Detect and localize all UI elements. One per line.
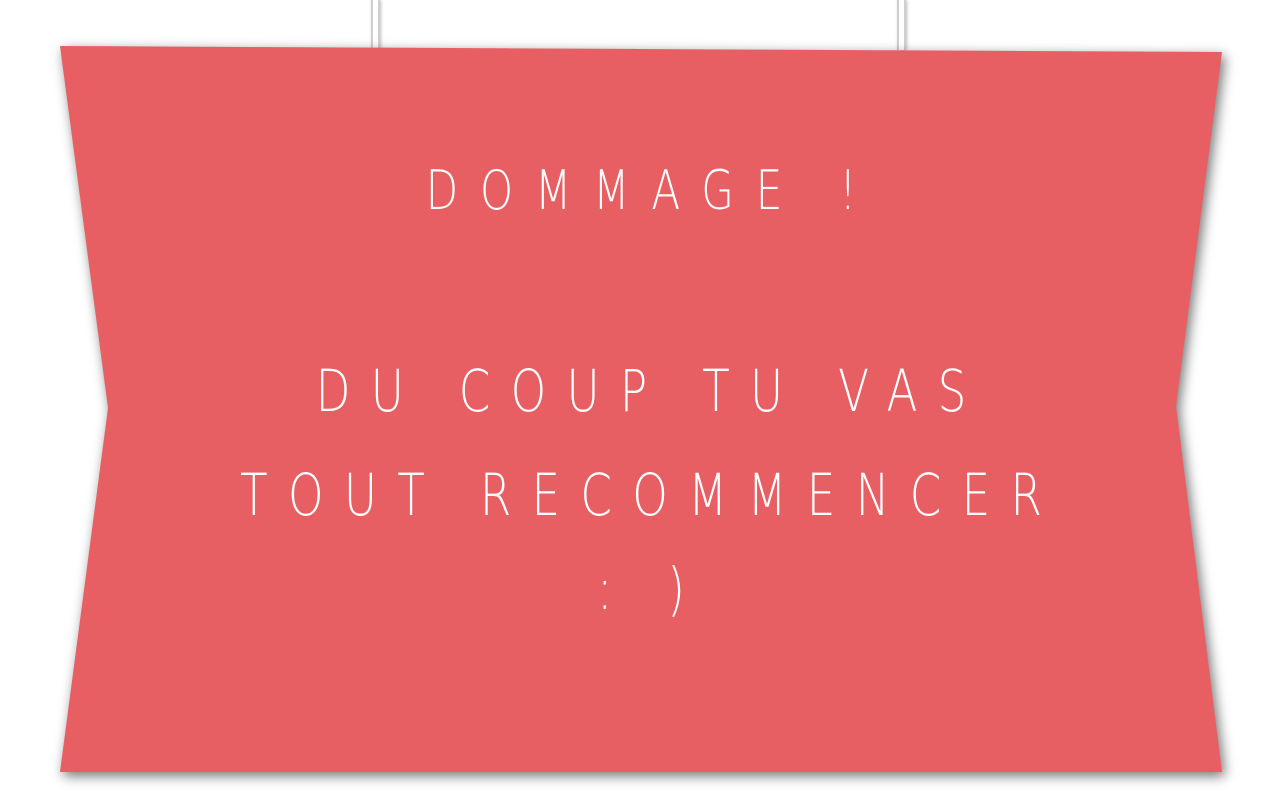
game-over-screen: DOMMAGE ! DU COUP TU VAS TOUT RECOMMENCE… [0,0,1280,800]
smiley-text: : ) [597,555,706,623]
hanging-string-left [371,0,380,50]
game-over-title: DOMMAGE ! [425,159,879,222]
message-line-1: DU COUP TU VAS [315,357,987,425]
hanging-string-right [897,0,906,50]
message-line-2: TOUT RECOMMENCER [240,461,1063,529]
sign-text: DOMMAGE ! DU COUP TU VAS TOUT RECOMMENCE… [60,46,1222,772]
